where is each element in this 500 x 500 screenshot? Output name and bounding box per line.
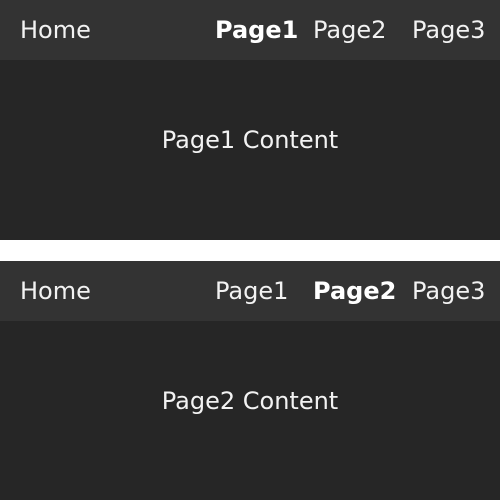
- nav-link-page1[interactable]: Page1: [215, 0, 298, 60]
- nav-link-page3[interactable]: Page3: [412, 0, 485, 60]
- panel-page1-view: Home Page1 Page2 Page3 Page1 Content: [0, 0, 500, 240]
- nav-link-page3[interactable]: Page3: [412, 261, 485, 321]
- page-content-text: Page1 Content: [161, 126, 339, 154]
- panel-page2-view: Home Page1 Page2 Page3 Page2 Content: [0, 261, 500, 500]
- nav-link-home[interactable]: Home: [20, 261, 91, 321]
- top-navbar: Home Page1 Page2 Page3: [0, 261, 500, 321]
- nav-link-page2[interactable]: Page2: [313, 261, 396, 321]
- top-navbar: Home Page1 Page2 Page3: [0, 0, 500, 60]
- nav-link-page1[interactable]: Page1: [215, 261, 288, 321]
- nav-link-page2[interactable]: Page2: [313, 0, 386, 60]
- page-content-text: Page2 Content: [161, 387, 339, 415]
- nav-link-home[interactable]: Home: [20, 0, 91, 60]
